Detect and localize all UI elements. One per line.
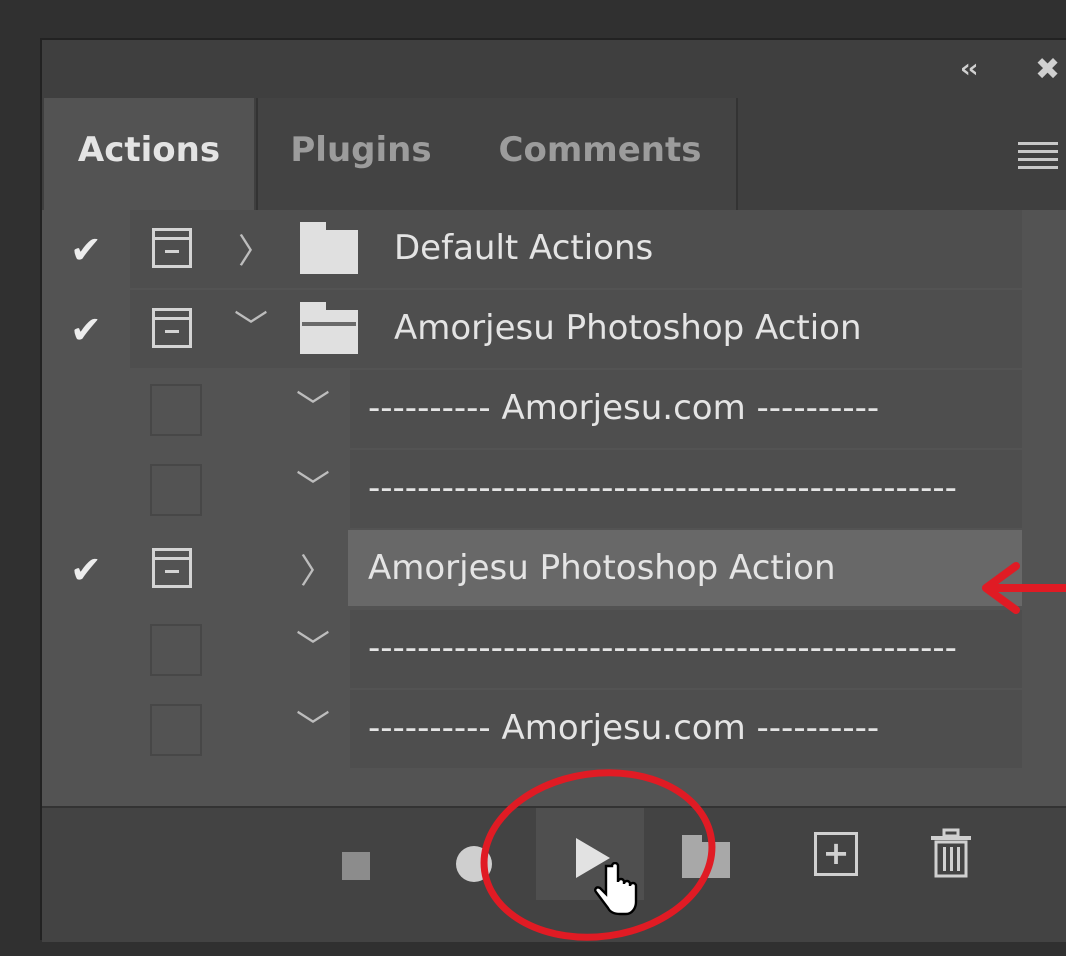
list-item[interactable]: ﹀ --------------------------------------… xyxy=(42,450,1022,528)
list-item[interactable]: ﹀ ---------- Amorjesu.com ---------- xyxy=(42,690,1022,768)
action-label: ----------------------------------------… xyxy=(368,468,957,508)
tab-comments[interactable]: Comments xyxy=(464,98,738,210)
panel-titlebar: ‹‹ ✖ xyxy=(42,40,1066,98)
folder-open-icon xyxy=(300,302,358,354)
dialog-toggle-empty[interactable] xyxy=(150,384,202,436)
dialog-toggle-empty[interactable] xyxy=(150,464,202,516)
dialog-toggle-empty[interactable] xyxy=(150,704,202,756)
list-item[interactable]: ﹀ --------------------------------------… xyxy=(42,610,1022,688)
action-set-label: Amorjesu Photoshop Action xyxy=(394,308,862,348)
dialog-toggle-empty[interactable] xyxy=(150,624,202,676)
list-item[interactable]: ✔ ﹀ Amorjesu Photoshop Action xyxy=(42,290,1022,368)
action-set-label: Default Actions xyxy=(394,228,654,268)
checkmark-icon[interactable]: ✔ xyxy=(70,308,102,352)
folder-icon xyxy=(300,222,358,274)
action-label: ----------------------------------------… xyxy=(368,628,957,668)
checkmark-icon[interactable]: ✔ xyxy=(70,228,102,272)
chevron-down-icon[interactable]: ﹀ xyxy=(234,300,268,349)
close-icon[interactable]: ✖ xyxy=(1035,52,1060,87)
actions-list: ✔ 〉 Default Actions ✔ ﹀ Amorjesu Photosh… xyxy=(42,210,1022,782)
list-item[interactable]: ﹀ ---------- Amorjesu.com ---------- xyxy=(42,370,1022,448)
chevron-down-icon[interactable]: ﹀ xyxy=(296,460,330,509)
tab-actions[interactable]: Actions xyxy=(44,98,254,210)
chevron-right-icon[interactable]: 〉 xyxy=(238,224,272,273)
chevron-down-icon[interactable]: ﹀ xyxy=(296,380,330,429)
tab-bar: Actions Plugins Comments xyxy=(42,98,1066,210)
trash-icon[interactable] xyxy=(928,828,974,884)
action-label: Amorjesu Photoshop Action xyxy=(368,548,836,588)
chevron-down-icon[interactable]: ﹀ xyxy=(296,700,330,749)
stop-icon[interactable] xyxy=(342,852,370,880)
double-chevron-left-icon[interactable]: ‹‹ xyxy=(960,54,979,84)
list-item-selected[interactable]: ✔ 〉 Amorjesu Photoshop Action xyxy=(42,530,1022,608)
dialog-toggle-icon[interactable] xyxy=(152,228,192,268)
checkmark-icon[interactable]: ✔ xyxy=(70,548,102,592)
dialog-toggle-icon[interactable] xyxy=(152,548,192,588)
action-label: ---------- Amorjesu.com ---------- xyxy=(368,708,880,748)
chevron-right-icon[interactable]: 〉 xyxy=(300,544,334,593)
list-item[interactable]: ✔ 〉 Default Actions xyxy=(42,210,1022,288)
chevron-down-icon[interactable]: ﹀ xyxy=(296,620,330,669)
tab-plugins[interactable]: Plugins xyxy=(256,98,466,210)
red-arrow-annotation xyxy=(982,562,1066,614)
action-label: ---------- Amorjesu.com ---------- xyxy=(368,388,880,428)
dialog-toggle-icon[interactable] xyxy=(152,308,192,348)
panel-menu-icon[interactable] xyxy=(1018,142,1058,174)
new-action-icon[interactable]: + xyxy=(814,832,858,876)
